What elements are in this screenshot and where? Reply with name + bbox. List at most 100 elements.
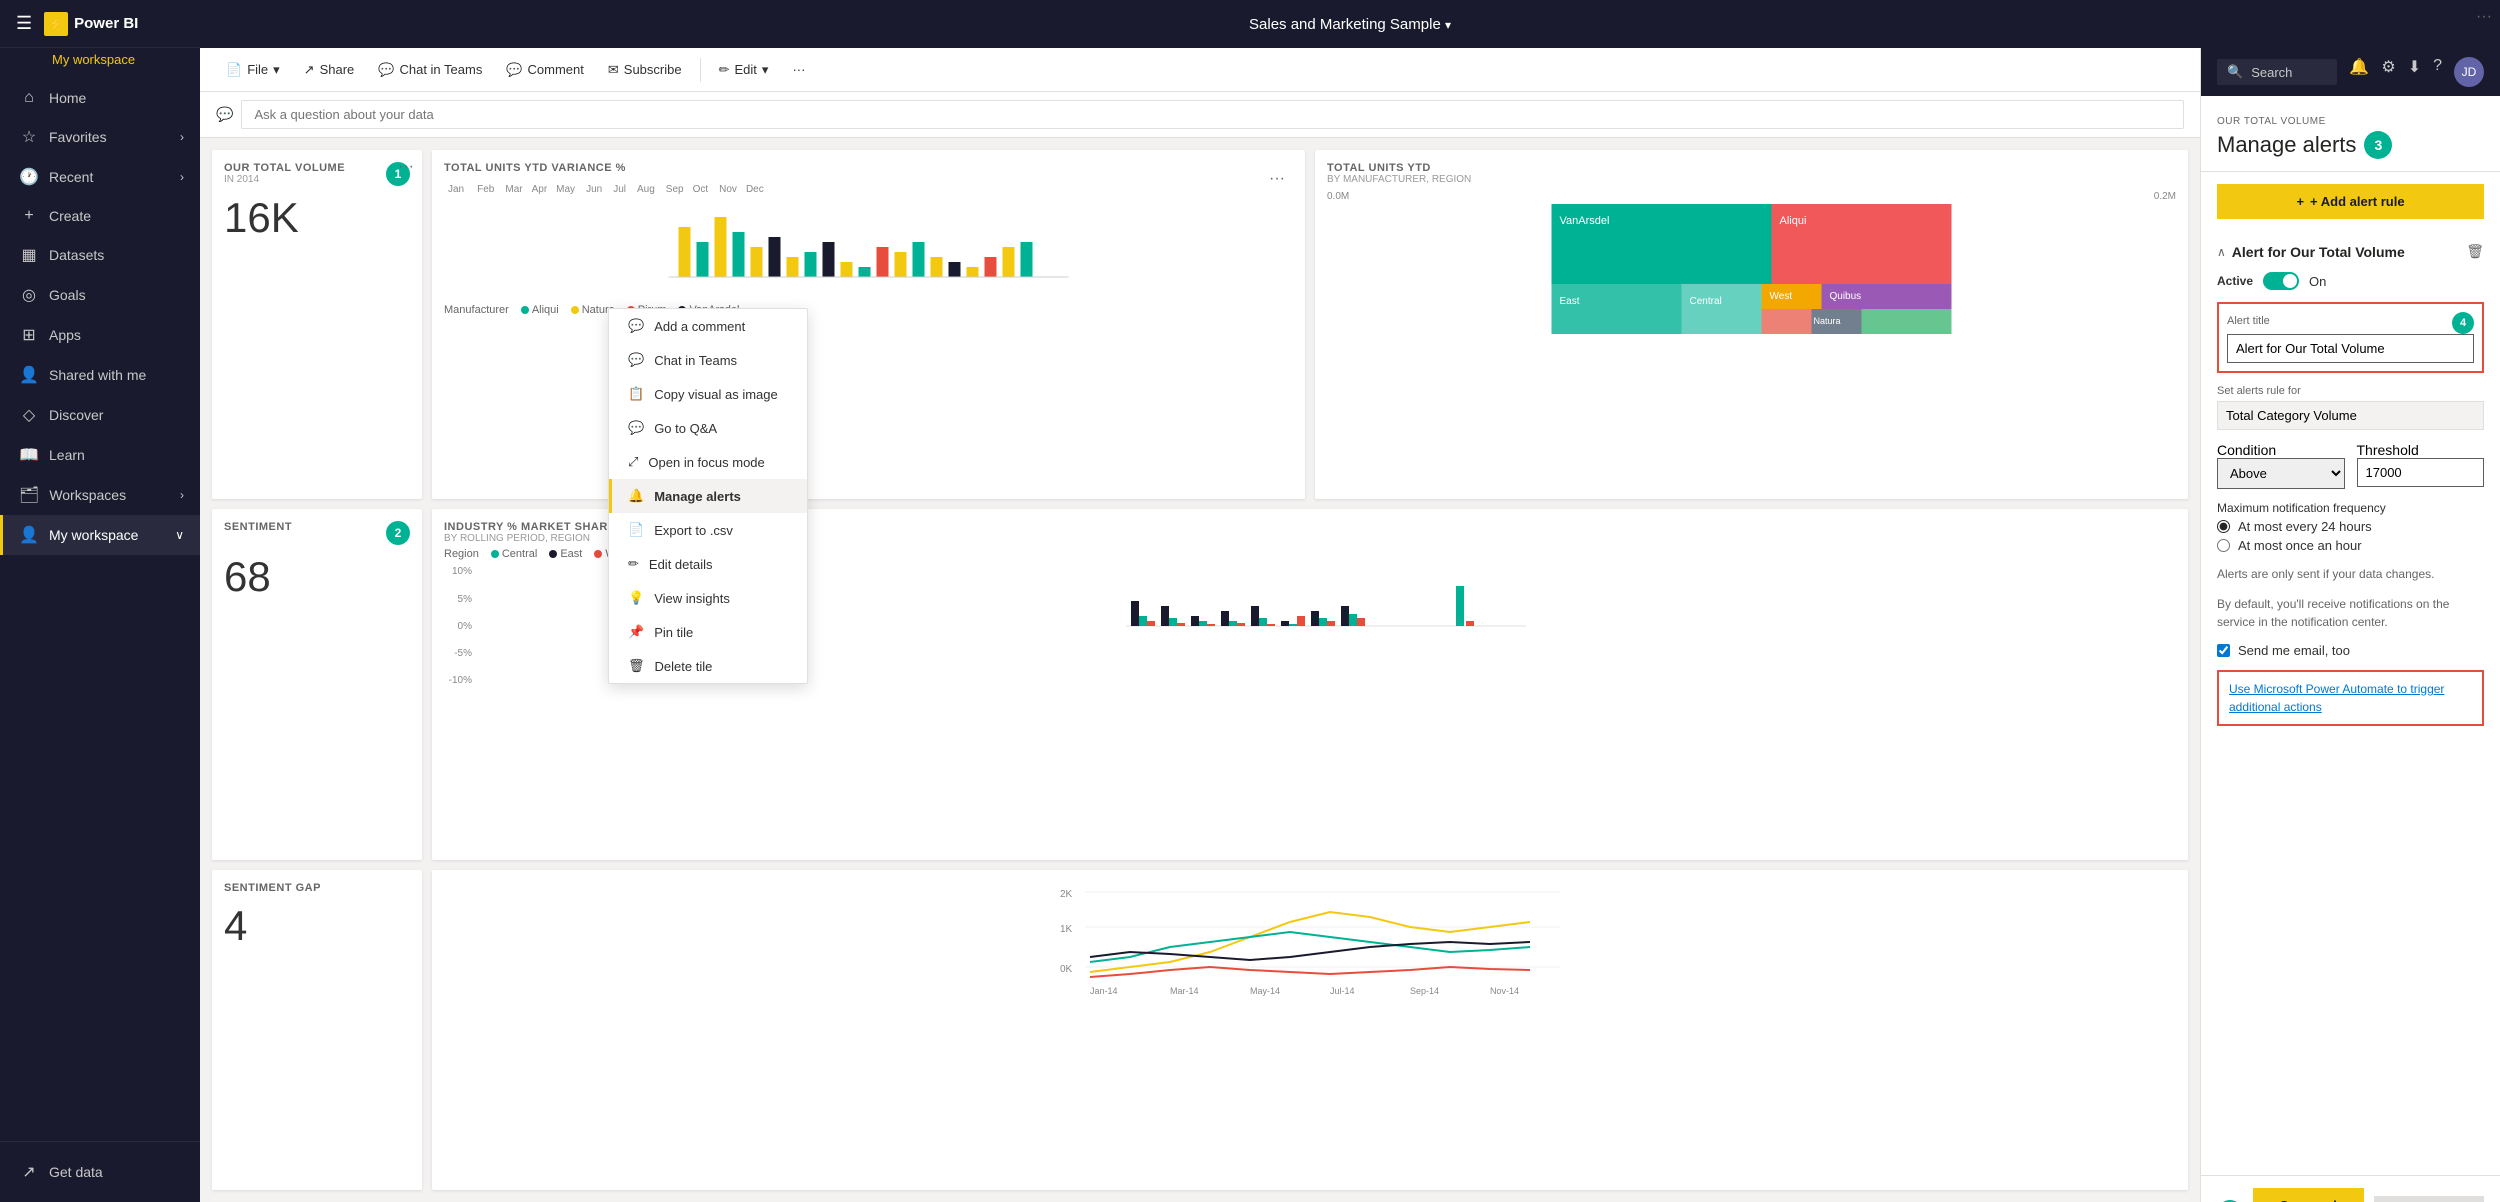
right-panel: 🔍 Search 🔔 ⚙ ⬇ ? JD ··· OUR TOTAL VOLUME [2200, 48, 2500, 1202]
legend-central: Central [491, 548, 537, 560]
active-label: Active [2217, 274, 2253, 288]
qa-icon: 💬 [628, 420, 644, 436]
chart-x-label: Dec [746, 184, 764, 195]
save-and-close-button[interactable]: Save and close [2253, 1188, 2364, 1202]
sidebar-item-label: Workspaces [49, 487, 126, 503]
context-menu-chat-teams[interactable]: 💬 Chat in Teams [609, 343, 807, 377]
total-units-line-chart: 2K 1K 0K [444, 882, 2176, 1002]
context-menu-manage-alerts[interactable]: 🔔 Manage alerts [609, 479, 807, 513]
app-name: Power BI [74, 15, 138, 32]
sidebar-item-recent[interactable]: 🕐 Recent › [0, 157, 200, 197]
freq-radio-1h[interactable] [2217, 539, 2230, 552]
threshold-input[interactable] [2357, 458, 2485, 487]
email-checkbox-label: Send me email, too [2238, 643, 2350, 658]
chart-x-label: Mar [505, 184, 522, 195]
active-toggle[interactable] [2263, 272, 2299, 290]
hamburger-icon[interactable]: ☰ [16, 13, 32, 34]
teams-icon: 💬 [378, 62, 394, 78]
set-alerts-rule-label: Set alerts rule for [2217, 385, 2484, 397]
context-menu-copy-visual[interactable]: 📋 Copy visual as image [609, 377, 807, 411]
svg-text:1K: 1K [1060, 924, 1073, 935]
more-options-button[interactable]: ··· [782, 57, 815, 82]
alert-title-input[interactable] [2227, 334, 2474, 363]
add-alert-button[interactable]: + + Add alert rule [2217, 184, 2484, 219]
set-alerts-rule-field: Set alerts rule for [2217, 385, 2484, 430]
sidebar-item-create[interactable]: + Create [0, 197, 200, 235]
sidebar-item-label: Create [49, 208, 91, 224]
alert-section-title: Alert for Our Total Volume [2232, 244, 2405, 260]
context-menu-pin-tile[interactable]: 📌 Pin tile [609, 615, 807, 649]
help-icon[interactable]: ? [2433, 57, 2442, 87]
search-box[interactable]: 🔍 Search [2217, 59, 2337, 85]
chart-x-label: Aug [637, 184, 655, 195]
sidebar-item-label: Favorites [49, 129, 107, 145]
max-freq-label: Maximum notification frequency [2217, 501, 2484, 515]
sidebar-item-my-workspace[interactable]: 👤 My workspace ∨ [0, 515, 200, 555]
frequency-section: Maximum notification frequency At most e… [2217, 501, 2484, 553]
set-alerts-rule-input[interactable] [2217, 401, 2484, 430]
chat-in-teams-button[interactable]: 💬 Chat in Teams [368, 57, 492, 83]
user-avatar[interactable]: JD [2454, 57, 2484, 87]
sidebar-header: ☰ ⚡ Power BI [0, 0, 200, 48]
qa-icon: 💬 [216, 106, 233, 123]
legend-region: Region [444, 548, 479, 560]
context-menu-delete-tile[interactable]: 🗑 Delete tile [609, 649, 807, 683]
my-workspace-icon: 👤 [19, 525, 39, 545]
sidebar-item-favorites[interactable]: ☆ Favorites › [0, 117, 200, 157]
tile-more-button-variance[interactable]: ··· [1269, 170, 1285, 188]
manage-alerts-label: OUR TOTAL VOLUME [2217, 116, 2484, 127]
dashboard-wrapper: 📄 File ▾ ↗ Share 💬 Chat in Teams 💬 Comme… [200, 48, 2200, 1202]
context-menu-go-qa[interactable]: 💬 Go to Q&A [609, 411, 807, 445]
favorites-icon: ☆ [19, 127, 39, 147]
context-menu-edit-details[interactable]: ✏ Edit details [609, 547, 807, 581]
info-text-2: By default, you'll receive notifications… [2217, 595, 2484, 631]
qa-input[interactable] [241, 100, 2184, 129]
context-menu: 💬 Add a comment 💬 Chat in Teams 📋 Copy v… [608, 308, 808, 684]
comment-button[interactable]: 💬 Comment [496, 57, 594, 83]
context-menu-add-comment[interactable]: 💬 Add a comment [609, 309, 807, 343]
tile-sentiment-gap: Sentiment Gap 4 [212, 870, 422, 1190]
notification-icon[interactable]: 🔔 [2349, 57, 2369, 87]
tile-title: Our Total Volume [224, 162, 345, 174]
edit-dropdown-icon: ▾ [762, 62, 769, 78]
home-icon: ⌂ [19, 89, 39, 107]
sidebar-item-shared[interactable]: 👤 Shared with me [0, 355, 200, 395]
sidebar-nav: ⌂ Home ☆ Favorites › 🕐 Recent › + Create… [0, 71, 200, 1141]
sidebar-item-workspaces[interactable]: 🗂 Workspaces › [0, 475, 200, 515]
freq-option1-row: At most every 24 hours [2217, 519, 2484, 534]
settings-icon[interactable]: ⚙ [2381, 57, 2395, 87]
context-menu-view-insights[interactable]: 💡 View insights [609, 581, 807, 615]
file-button[interactable]: 📄 File ▾ [216, 57, 290, 83]
edit-button[interactable]: ✏ Edit ▾ [709, 57, 779, 83]
condition-field: Condition Above Below [2217, 442, 2345, 489]
alert-collapse-icon[interactable]: ∧ [2217, 245, 2226, 259]
edit-icon: ✏ [719, 62, 730, 78]
tile-total-units-line: 2K 1K 0K [432, 870, 2188, 1190]
condition-threshold-row: Condition Above Below Threshold [2217, 442, 2484, 489]
share-button[interactable]: ↗ Share [294, 57, 365, 83]
chevron-down-icon: ∨ [175, 528, 184, 542]
email-checkbox[interactable] [2217, 644, 2230, 657]
context-menu-export-csv[interactable]: 📄 Export to .csv [609, 513, 807, 547]
sidebar-item-learn[interactable]: 📖 Learn [0, 435, 200, 475]
condition-select[interactable]: Above Below [2217, 458, 2345, 489]
subscribe-button[interactable]: ✉ Subscribe [598, 57, 692, 83]
sidebar-item-datasets[interactable]: ▦ Datasets [0, 235, 200, 275]
automate-link[interactable]: Use Microsoft Power Automate to trigger … [2229, 682, 2444, 714]
sidebar-item-apps[interactable]: ⊞ Apps [0, 315, 200, 355]
sidebar-item-discover[interactable]: ◇ Discover [0, 395, 200, 435]
sidebar-item-home[interactable]: ⌂ Home [0, 79, 200, 117]
chart-x-label: Jul [613, 184, 626, 195]
sidebar-item-get-data[interactable]: ↗ Get data [0, 1152, 200, 1192]
alert-delete-icon[interactable]: 🗑 [2466, 243, 2484, 260]
sidebar-item-goals[interactable]: ◎ Goals [0, 275, 200, 315]
context-menu-focus-mode[interactable]: ⤢ Open in focus mode [609, 445, 807, 479]
report-title: Sales and Marketing Sample ▾ [975, 16, 1726, 33]
dashboard-grid: Our Total Volume IN 2014 1 ··· 16K Total… [200, 138, 2200, 1202]
tile-more-button[interactable]: ··· [398, 158, 414, 176]
title-dropdown-arrow[interactable]: ▾ [1445, 18, 1451, 32]
svg-text:East: East [1560, 296, 1580, 307]
freq-radio-24h[interactable] [2217, 520, 2230, 533]
download-icon[interactable]: ⬇ [2408, 57, 2421, 87]
cancel-button[interactable]: Cancel [2374, 1196, 2485, 1202]
